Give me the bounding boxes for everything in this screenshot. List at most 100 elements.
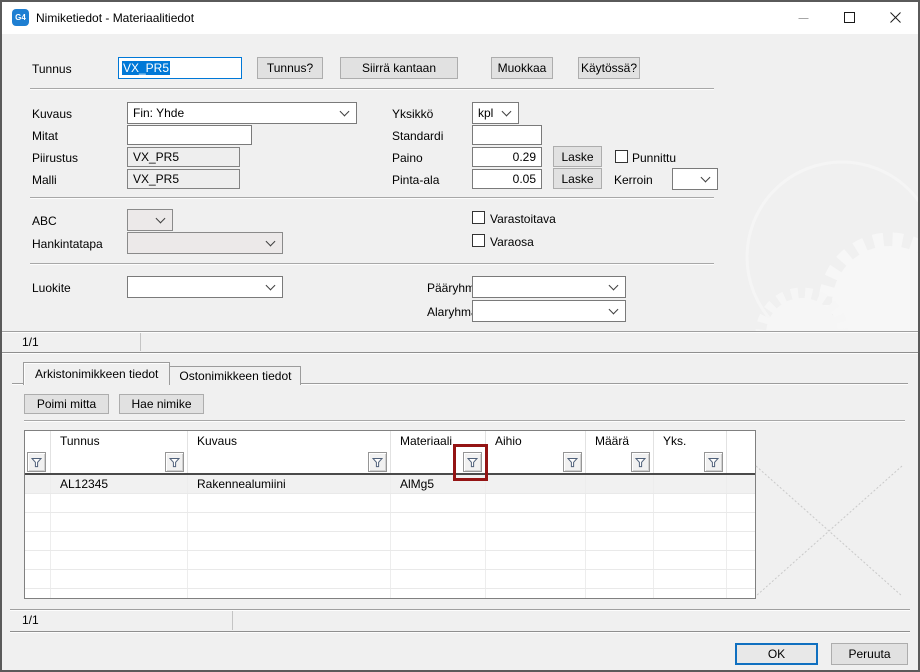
table-cell [51, 570, 188, 588]
malli-field: VX_PR5 [127, 169, 240, 189]
varaosa-label: Varaosa [490, 235, 534, 249]
edit-button[interactable]: Muokkaa [491, 57, 553, 79]
table-cell: Rakennealumiini [188, 475, 391, 493]
tab-label: Ostonimikkeen tiedot [179, 369, 291, 383]
maximize-button[interactable] [826, 2, 872, 33]
filter-button-Kuvaus[interactable] [368, 452, 387, 472]
table-cell [25, 551, 51, 569]
yksikko-select[interactable]: kpl [472, 102, 519, 124]
filter-button-selector[interactable] [27, 452, 46, 472]
table-cell [51, 494, 188, 512]
table-cell [486, 570, 586, 588]
standardi-input[interactable] [472, 125, 542, 145]
form-pager: 1/1 [22, 335, 39, 349]
filter-button-Yks.[interactable] [704, 452, 723, 472]
table-row [25, 570, 755, 589]
table-cell [586, 589, 654, 598]
filter-icon [31, 457, 42, 468]
tunnus-selected-text: VX_PR5 [122, 61, 170, 75]
laske-pinta-ala-button[interactable]: Laske [553, 168, 602, 189]
filter-cell [25, 451, 51, 473]
table-cell [654, 513, 727, 531]
dialog-window: G4 Nimiketiedot - Materiaalitiedot Tunnu… [0, 0, 920, 672]
pager-divider [140, 333, 141, 351]
ok-button[interactable]: OK [735, 643, 818, 665]
tab-ostonimikkeen-tiedot[interactable]: Ostonimikkeen tiedot [169, 366, 301, 385]
table-cell [654, 475, 727, 493]
standardi-label: Standardi [392, 129, 443, 143]
items-table: TunnusKuvausMateriaaliAihioMääräYks. AL1… [24, 430, 756, 599]
filter-icon [467, 457, 478, 468]
table-cell [486, 532, 586, 550]
tab-strip: Arkistonimikkeen tiedot Ostonimikkeen ti… [24, 362, 301, 385]
app-icon: G4 [12, 9, 29, 26]
column-header-Kuvaus: Kuvaus [188, 431, 391, 451]
tab-arkistonimikkeen-tiedot[interactable]: Arkistonimikkeen tiedot [23, 362, 170, 385]
table-cell [25, 570, 51, 588]
tunnus-label: Tunnus [32, 62, 72, 76]
in-use-button[interactable]: Käytössä? [578, 57, 640, 79]
column-header-Tunnus: Tunnus [51, 431, 188, 451]
tunnus-help-button[interactable]: Tunnus? [257, 57, 323, 79]
laske-paino-button[interactable]: Laske [553, 146, 602, 167]
varaosa-checkbox[interactable] [472, 234, 485, 247]
table-cell [51, 589, 188, 598]
filter-icon [708, 457, 719, 468]
filter-button-Materiaali[interactable] [463, 452, 482, 472]
grid-body: AL12345RakennealumiiniAlMg5 [25, 475, 755, 598]
paaryhma-select[interactable] [472, 276, 626, 298]
close-button[interactable] [872, 2, 918, 33]
filter-cell [188, 451, 391, 473]
tab-label: Arkistonimikkeen tiedot [35, 367, 158, 381]
table-cell [391, 589, 486, 598]
table-cell [25, 532, 51, 550]
table-cell [654, 551, 727, 569]
column-header-Yks.: Yks. [654, 431, 727, 451]
table-cell: AlMg5 [391, 475, 486, 493]
minimize-button[interactable] [780, 2, 826, 33]
hankintatapa-select[interactable] [127, 232, 283, 254]
filter-button-Määrä[interactable] [631, 452, 650, 472]
tunnus-input[interactable]: VX_PR5 [118, 57, 242, 79]
alaryhma-label: Alaryhmä [427, 305, 478, 319]
table-row [25, 551, 755, 570]
varastoitava-checkbox[interactable] [472, 211, 485, 224]
table-row [25, 532, 755, 551]
table-cell [188, 532, 391, 550]
mitat-input[interactable] [127, 125, 252, 145]
table-cell [391, 494, 486, 512]
table-cell [391, 551, 486, 569]
chevron-down-icon [266, 281, 276, 291]
table-cell [586, 494, 654, 512]
table-cell [25, 494, 51, 512]
filter-button-Tunnus[interactable] [165, 452, 184, 472]
table-cell [188, 589, 391, 598]
table-row[interactable]: AL12345RakennealumiiniAlMg5 [25, 475, 755, 494]
hae-nimike-button[interactable]: Hae nimike [119, 394, 204, 414]
luokite-select[interactable] [127, 276, 283, 298]
page-title: Nimiketiedot - Materiaalitiedot [36, 2, 194, 34]
app-icon-label: G4 [15, 13, 26, 22]
punnittu-checkbox[interactable] [615, 150, 628, 163]
kuvaus-select[interactable]: Fin: Yhde [127, 102, 357, 124]
cancel-button[interactable]: Peruuta [831, 643, 908, 665]
table-cell [586, 551, 654, 569]
chevron-down-icon [156, 214, 166, 224]
transfer-to-db-button[interactable]: Siirrä kantaan [340, 57, 458, 79]
table-cell [586, 513, 654, 531]
kuvaus-value: Fin: Yhde [133, 106, 184, 120]
filter-icon [635, 457, 646, 468]
abc-select[interactable] [127, 209, 173, 231]
poimi-mitta-button[interactable]: Poimi mitta [24, 394, 109, 414]
alaryhma-select[interactable] [472, 300, 626, 322]
table-cell [654, 570, 727, 588]
filter-button-Aihio[interactable] [563, 452, 582, 472]
column-header-Aihio: Aihio [486, 431, 586, 451]
kerroin-select[interactable] [672, 168, 718, 190]
pinta-ala-input[interactable] [472, 169, 542, 189]
yksikko-value: kpl [478, 106, 493, 120]
column-header-Materiaali: Materiaali [391, 431, 486, 451]
filter-cell [486, 451, 586, 473]
paino-input[interactable] [472, 147, 542, 167]
separator [30, 263, 714, 265]
